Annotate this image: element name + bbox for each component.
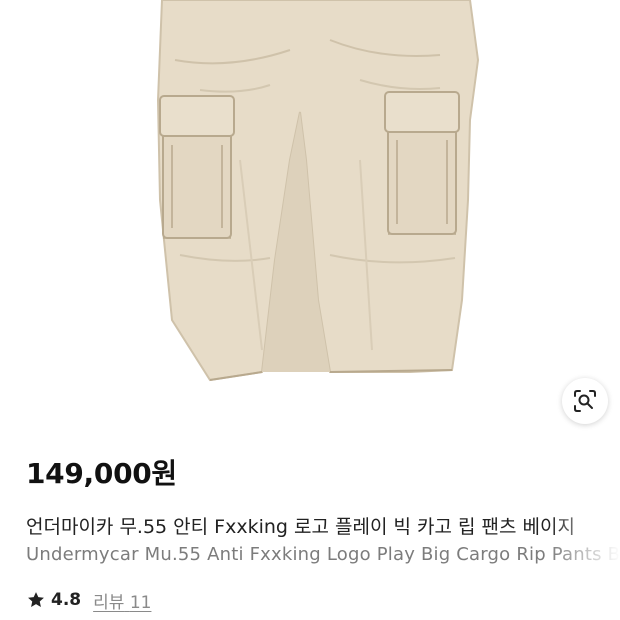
visual-search-icon [574,390,596,412]
visual-search-button[interactable] [562,378,608,424]
review-count: 11 [129,592,152,613]
rating-row: 4.8 리뷰 11 [26,588,151,613]
left-cargo-pocket [159,95,235,239]
product-title-korean[interactable]: 언더마이카 무.55 안티 Fxxking 로고 플레이 빅 카고 립 팬츠 베… [26,512,620,539]
review-label: 리뷰 [93,592,125,613]
product-image[interactable] [0,0,620,430]
review-link[interactable]: 리뷰 11 [93,588,151,613]
right-cargo-pocket [384,91,460,235]
cargo-pants-illustration [156,0,480,382]
product-title-english[interactable]: Undermycar Mu.55 Anti Fxxking Logo Play … [26,544,620,565]
star-icon [28,592,44,607]
product-price: 149,000원 [26,457,177,490]
rating-value: 4.8 [51,590,82,610]
